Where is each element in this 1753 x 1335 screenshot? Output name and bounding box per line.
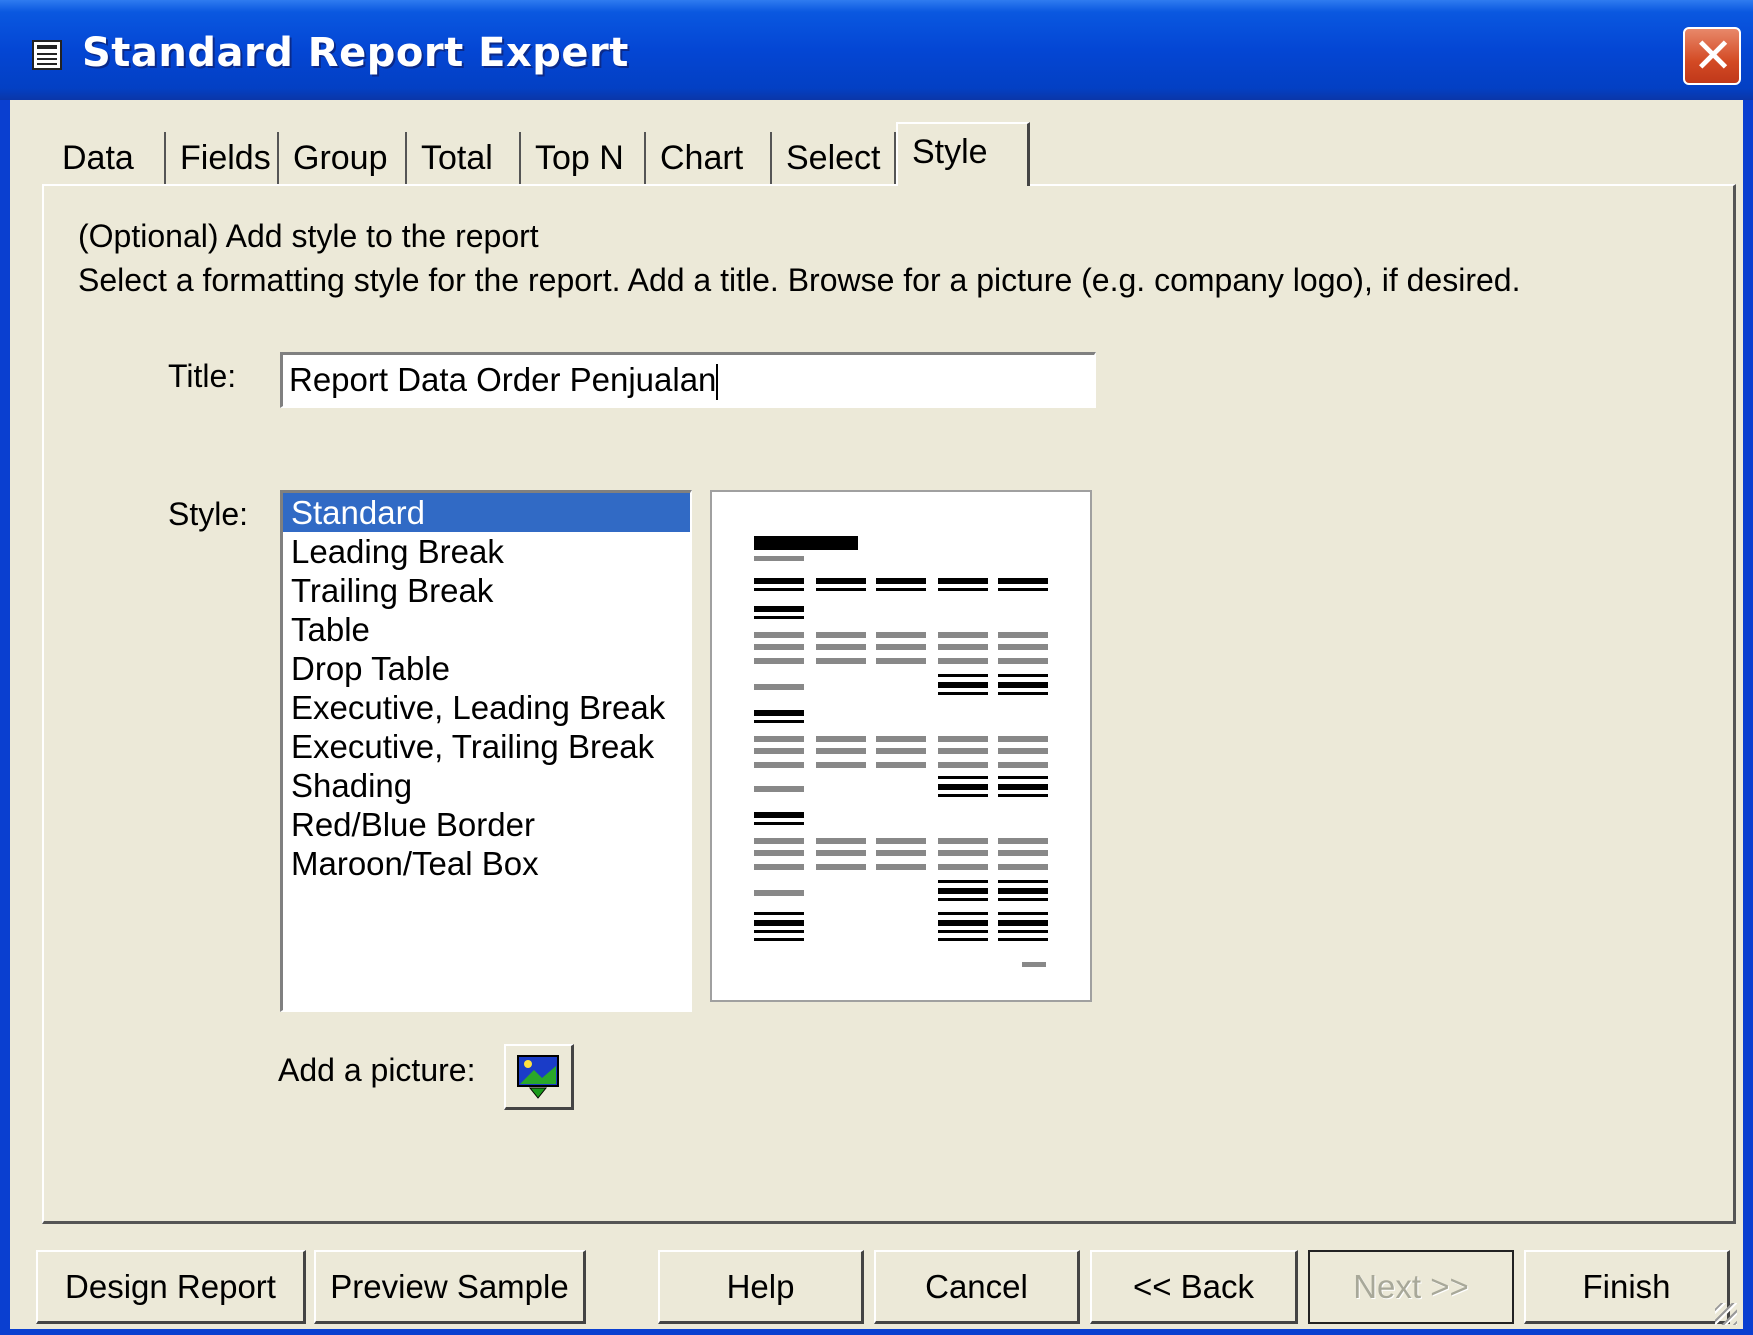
help-button[interactable]: Help — [658, 1250, 864, 1324]
picture-icon — [517, 1055, 559, 1099]
tab-strip: Data Fields Group Total Top N Chart Sele… — [48, 122, 1088, 186]
style-option-standard[interactable]: Standard — [283, 493, 690, 532]
tab-style[interactable]: Style — [896, 122, 1030, 186]
tab-chart[interactable]: Chart — [646, 132, 772, 184]
style-option-shading[interactable]: Shading — [283, 766, 690, 805]
tab-total[interactable]: Total — [407, 132, 521, 184]
style-option-executive-trailing-break[interactable]: Executive, Trailing Break — [283, 727, 690, 766]
design-report-button[interactable]: Design Report — [36, 1250, 306, 1324]
style-option-leading-break[interactable]: Leading Break — [283, 532, 690, 571]
style-preview — [710, 490, 1092, 1002]
style-preview-thumbnail — [754, 536, 1048, 967]
next-button[interactable]: Next >> — [1308, 1250, 1514, 1324]
browse-picture-button[interactable] — [504, 1044, 574, 1110]
optional-heading: (Optional) Add style to the report — [78, 218, 539, 254]
add-picture-label: Add a picture: — [278, 1052, 476, 1088]
style-option-table[interactable]: Table — [283, 610, 690, 649]
tab-fields[interactable]: Fields — [166, 132, 279, 184]
tab-group[interactable]: Group — [279, 132, 407, 184]
instructions-text: Select a formatting style for the report… — [78, 262, 1521, 298]
title-input[interactable]: Report Data Order Penjualan — [280, 352, 1096, 408]
window-title: Standard Report Expert — [82, 30, 629, 76]
back-button[interactable]: << Back — [1090, 1250, 1298, 1324]
tab-data[interactable]: Data — [48, 132, 166, 184]
tab-select[interactable]: Select — [772, 132, 896, 184]
report-app-icon — [32, 40, 62, 70]
finish-button[interactable]: Finish — [1524, 1250, 1730, 1324]
style-option-red-blue-border[interactable]: Red/Blue Border — [283, 805, 690, 844]
cancel-button[interactable]: Cancel — [874, 1250, 1080, 1324]
style-option-executive-leading-break[interactable]: Executive, Leading Break — [283, 688, 690, 727]
title-label: Title: — [168, 358, 237, 394]
style-label: Style: — [168, 496, 249, 532]
style-option-drop-table[interactable]: Drop Table — [283, 649, 690, 688]
resize-grip[interactable] — [1715, 1303, 1737, 1325]
tab-top-n[interactable]: Top N — [521, 132, 646, 184]
close-button[interactable]: ✕ — [1683, 27, 1741, 85]
close-icon: ✕ — [1693, 28, 1734, 84]
title-input-value: Report Data Order Penjualan — [289, 361, 717, 398]
title-bar[interactable]: Standard Report Expert ✕ — [0, 0, 1753, 100]
style-option-maroon-teal-box[interactable]: Maroon/Teal Box — [283, 844, 690, 883]
style-listbox[interactable]: Standard Leading Break Trailing Break Ta… — [280, 490, 692, 1012]
dialog-window: Standard Report Expert ✕ Data Fields Gro… — [0, 0, 1753, 1335]
preview-sample-button[interactable]: Preview Sample — [314, 1250, 586, 1324]
text-caret — [716, 364, 719, 401]
dialog-body: Data Fields Group Total Top N Chart Sele… — [10, 100, 1743, 1329]
style-option-trailing-break[interactable]: Trailing Break — [283, 571, 690, 610]
